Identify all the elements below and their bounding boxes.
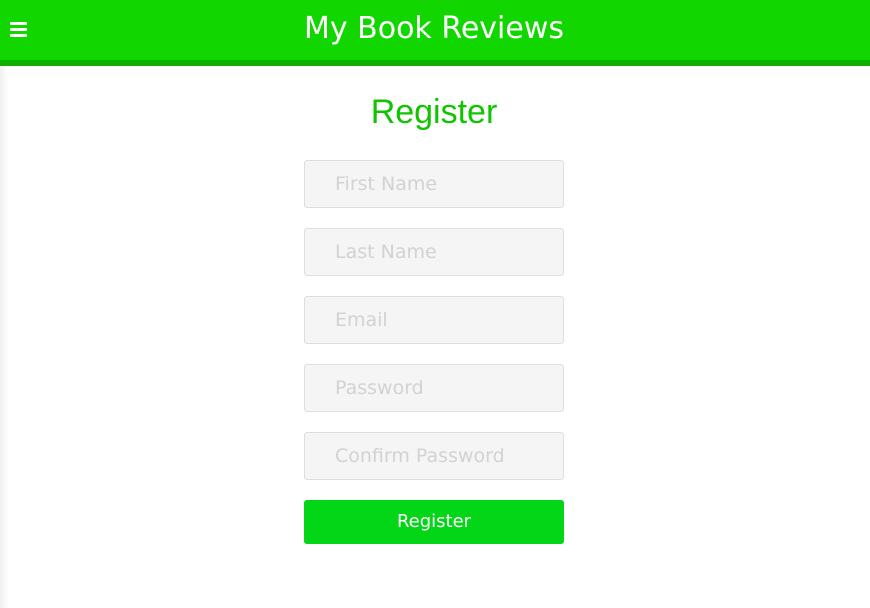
last-name-field[interactable] <box>304 228 564 276</box>
app-title: My Book Reviews <box>303 11 565 46</box>
confirm-password-field[interactable] <box>304 432 564 480</box>
page-edge-shadow <box>0 66 8 608</box>
register-button[interactable]: Register <box>304 500 564 544</box>
first-name-field[interactable] <box>304 160 564 208</box>
email-field[interactable] <box>304 296 564 344</box>
page-title: Register <box>370 93 498 131</box>
password-field[interactable] <box>304 364 564 412</box>
app-header: My Book Reviews <box>0 0 870 66</box>
